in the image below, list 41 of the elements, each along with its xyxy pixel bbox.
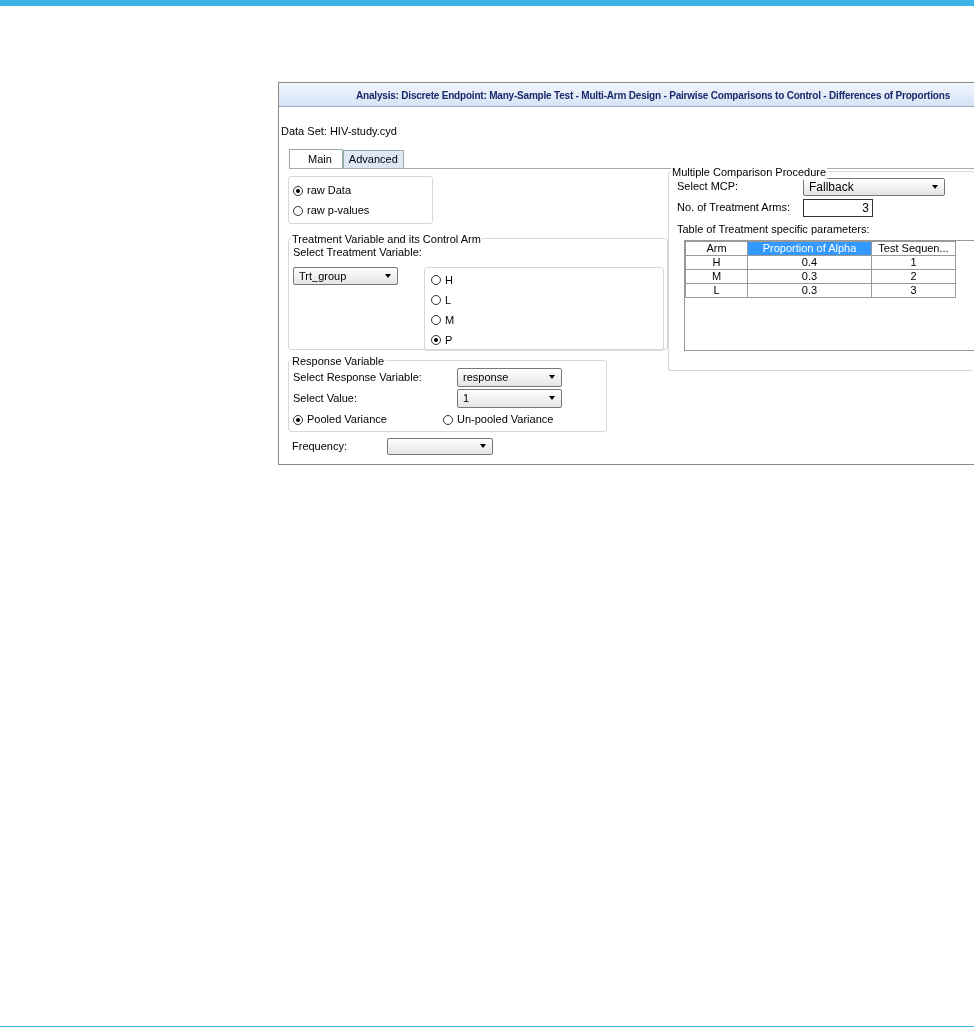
response-dropdown[interactable]: response [457,367,562,387]
field-label: Select MCP: [677,179,740,195]
table-cell: M [685,269,748,284]
caret-icon [385,274,391,278]
tab[interactable]: Advanced [342,149,404,168]
mcp-dropdown[interactable]: Fallback [803,177,945,196]
caret-icon [549,396,555,400]
caret-icon [932,184,938,189]
column-header[interactable]: Arm [685,241,748,256]
frequency-dropdown[interactable] [387,437,493,455]
field-label: No. of Treatment Arms: [677,200,792,216]
table-label: Table of Treatment specific parameters: [677,221,871,237]
table-cell: 0.3 [747,283,872,298]
table-cell: H [685,255,748,270]
data-set-label: Data Set: HIV-study.cyd [281,124,398,139]
treatment-dropdown[interactable]: Trt_group [293,267,398,285]
table-cell: 0.4 [747,255,872,270]
table-cell: L [685,283,748,298]
column-header[interactable]: Test Sequen... [871,241,956,256]
radio-label: M [445,312,455,328]
radio-label: L [445,292,452,308]
field-label: Select Value: [293,390,358,406]
tab[interactable]: Main [289,148,343,168]
table-cell: 3 [871,283,956,298]
field-label: Select Treatment Variable: [293,244,423,260]
table-cell: 0.3 [747,269,872,284]
radio-label: P [445,332,453,348]
field-label: Select Response Variable: [293,369,423,385]
radio-label: H [445,272,453,288]
input-field[interactable]: 3 [803,198,873,217]
radio-label: raw p-values [307,203,370,219]
caret-icon [480,444,486,448]
radio-label: Un-pooled Variance [457,412,554,428]
window-title: Analysis: Discrete Endpoint: Many-Sample Test - Multi-Arm Design - Pairwise Comparisons to Control - Differences of Proportions [279,83,974,107]
value-dropdown[interactable]: 1 [457,388,562,408]
caret-icon [549,375,555,379]
table-cell: 1 [871,255,956,270]
table-cell: 2 [871,269,956,284]
radio-label: raw Data [307,183,352,199]
radio-label: Pooled Variance [307,412,387,428]
field-label: Frequency: [292,438,349,454]
